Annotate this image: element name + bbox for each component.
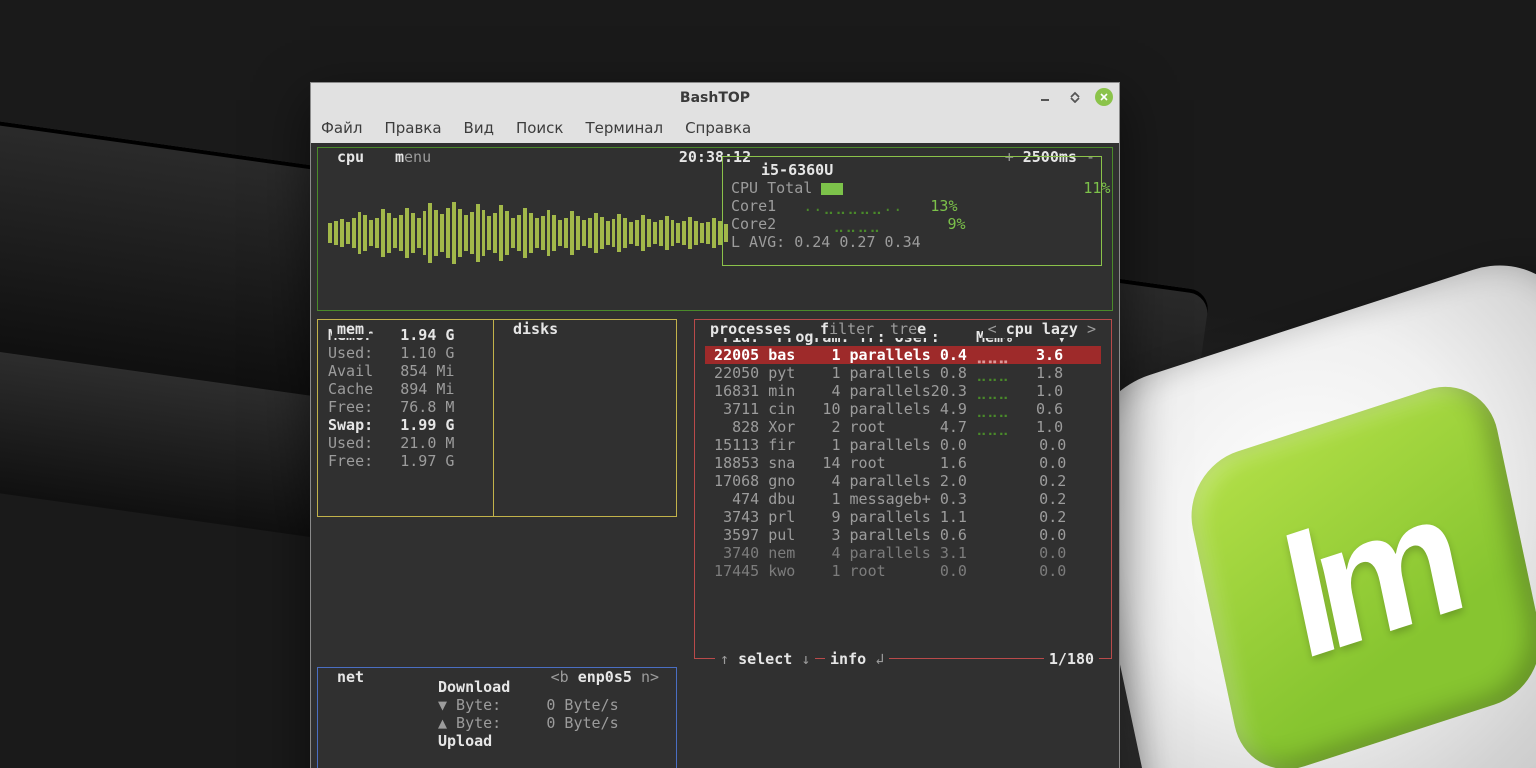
proc-tree-button[interactable]: tree <box>885 320 931 338</box>
download-byte-row: ▼ Byte: 0 Byte/s <box>438 696 666 714</box>
core2-pct: 9% <box>948 215 966 233</box>
cpu-total-label: CPU Total <box>731 179 812 197</box>
net-box-label: net <box>332 668 369 686</box>
disks-box-label: disks <box>508 320 563 338</box>
upload-byte-row: ▲ Byte: 0 Byte/s <box>438 714 666 732</box>
process-row[interactable]: 3740 nem 4 parallels 3.1 0.0 <box>705 544 1101 562</box>
cpu-total-pct: 11% <box>1083 179 1110 197</box>
process-row[interactable]: 22050 pyt 1 parallels 0.8 ⣀⣀⣀ 1.8 <box>705 364 1101 382</box>
cpu-usage-graph <box>328 196 728 270</box>
mem-row: Free: 76.8 M <box>328 398 666 416</box>
process-row[interactable]: 17445 kwo 1 root 0.0 0.0 <box>705 562 1101 580</box>
menu-search[interactable]: Поиск <box>516 119 564 137</box>
menubar: Файл Правка Вид Поиск Терминал Справка <box>311 113 1119 143</box>
mem-row: Used: 1.10 G <box>328 344 666 362</box>
menu-file[interactable]: Файл <box>321 119 362 137</box>
proc-box-label: processes <box>705 320 796 338</box>
process-row[interactable]: 3711 cin 10 parallels 4.9 ⣀⣀⣀ 0.6 <box>705 400 1101 418</box>
upload-label: Upload <box>438 732 666 750</box>
cpu-model: i5-6360U <box>731 161 833 179</box>
proc-select-control[interactable]: ↑ select ↓ <box>715 650 815 668</box>
titlebar[interactable]: BashTOP <box>311 83 1119 113</box>
menu-view[interactable]: Вид <box>464 119 494 137</box>
mem-row: Swap: 1.99 G <box>328 416 666 434</box>
memory-panel: mem disks Memor 1.94 GUsed: 1.10 GAvail … <box>317 319 677 517</box>
lavg-label: L AVG: <box>731 233 785 251</box>
proc-filter-button[interactable]: filter <box>815 320 879 338</box>
mint-logo: lm <box>1180 371 1536 768</box>
cpu-panel: cpu mmenuenu 20:38:12 + 2500ms - i5-6360… <box>317 147 1113 311</box>
cpu-total-bar <box>821 183 843 195</box>
window-title: BashTOP <box>680 90 750 106</box>
processes-panel: processes filter tree < cpu lazy > Pid: … <box>694 319 1112 659</box>
process-row[interactable]: 18853 sna 14 root 1.6 0.0 <box>705 454 1101 472</box>
process-row[interactable]: 15113 fir 1 parallels 0.0 0.0 <box>705 436 1101 454</box>
maximize-button[interactable] <box>1065 87 1085 107</box>
network-panel: net <b enp0s5 n> Download ▼ Byte: 0 Byte… <box>317 667 677 768</box>
mem-row: Free: 1.97 G <box>328 452 666 470</box>
proc-info-button[interactable]: info ↲ <box>825 650 889 668</box>
memory-rows: Memor 1.94 GUsed: 1.10 GAvail 854 MiCach… <box>318 320 676 476</box>
menu-terminal[interactable]: Терминал <box>585 119 663 137</box>
process-row[interactable]: 22005 bas 1 parallels 0.4 ⣀⣀⣀ 3.6 <box>705 346 1101 364</box>
terminal-body[interactable]: cpu mmenuenu 20:38:12 + 2500ms - i5-6360… <box>311 143 1119 768</box>
lavg-values: 0.24 0.27 0.34 <box>794 233 920 251</box>
process-row[interactable]: 828 Xor 2 root 4.7 ⣀⣀⣀ 1.0 <box>705 418 1101 436</box>
core1-label: Core1 <box>731 197 776 215</box>
core1-pct: 13% <box>930 197 957 215</box>
mem-row: Memor 1.94 G <box>328 326 666 344</box>
close-button[interactable] <box>1095 88 1113 106</box>
process-row[interactable]: 3597 pul 3 parallels 0.6 0.0 <box>705 526 1101 544</box>
mem-row: Avail 854 Mi <box>328 362 666 380</box>
minimize-button[interactable] <box>1035 87 1055 107</box>
process-row[interactable]: 3743 prl 9 parallels 1.1 0.2 <box>705 508 1101 526</box>
proc-sort-control[interactable]: < cpu lazy > <box>983 320 1101 338</box>
mem-box-label: mem <box>332 320 369 338</box>
core2-label: Core2 <box>731 215 776 233</box>
menu-edit[interactable]: Правка <box>384 119 441 137</box>
mem-row: Used: 21.0 M <box>328 434 666 452</box>
menu-help[interactable]: Справка <box>685 119 751 137</box>
process-row[interactable]: 17068 gno 4 parallels 2.0 0.2 <box>705 472 1101 490</box>
cpu-menu-button[interactable]: mmenuenu <box>390 148 436 166</box>
process-row[interactable]: 16831 min 4 parallels20.3 ⣀⣀⣀ 1.0 <box>705 382 1101 400</box>
mem-row: Cache 894 Mi <box>328 380 666 398</box>
proc-position: 1/180 <box>1044 650 1099 668</box>
terminal-window: BashTOP Файл Правка Вид Поиск Терминал С… <box>310 82 1120 768</box>
net-iface-selector[interactable]: <b enp0s5 n> <box>546 668 664 686</box>
process-row[interactable]: 474 dbu 1 messageb+ 0.3 0.2 <box>705 490 1101 508</box>
cpu-box-label: cpu <box>332 148 369 166</box>
cpu-stats-box: i5-6360U CPU Total 11% Core1 ..⣀⣀⣀⣀⣀.. 1… <box>722 156 1102 266</box>
